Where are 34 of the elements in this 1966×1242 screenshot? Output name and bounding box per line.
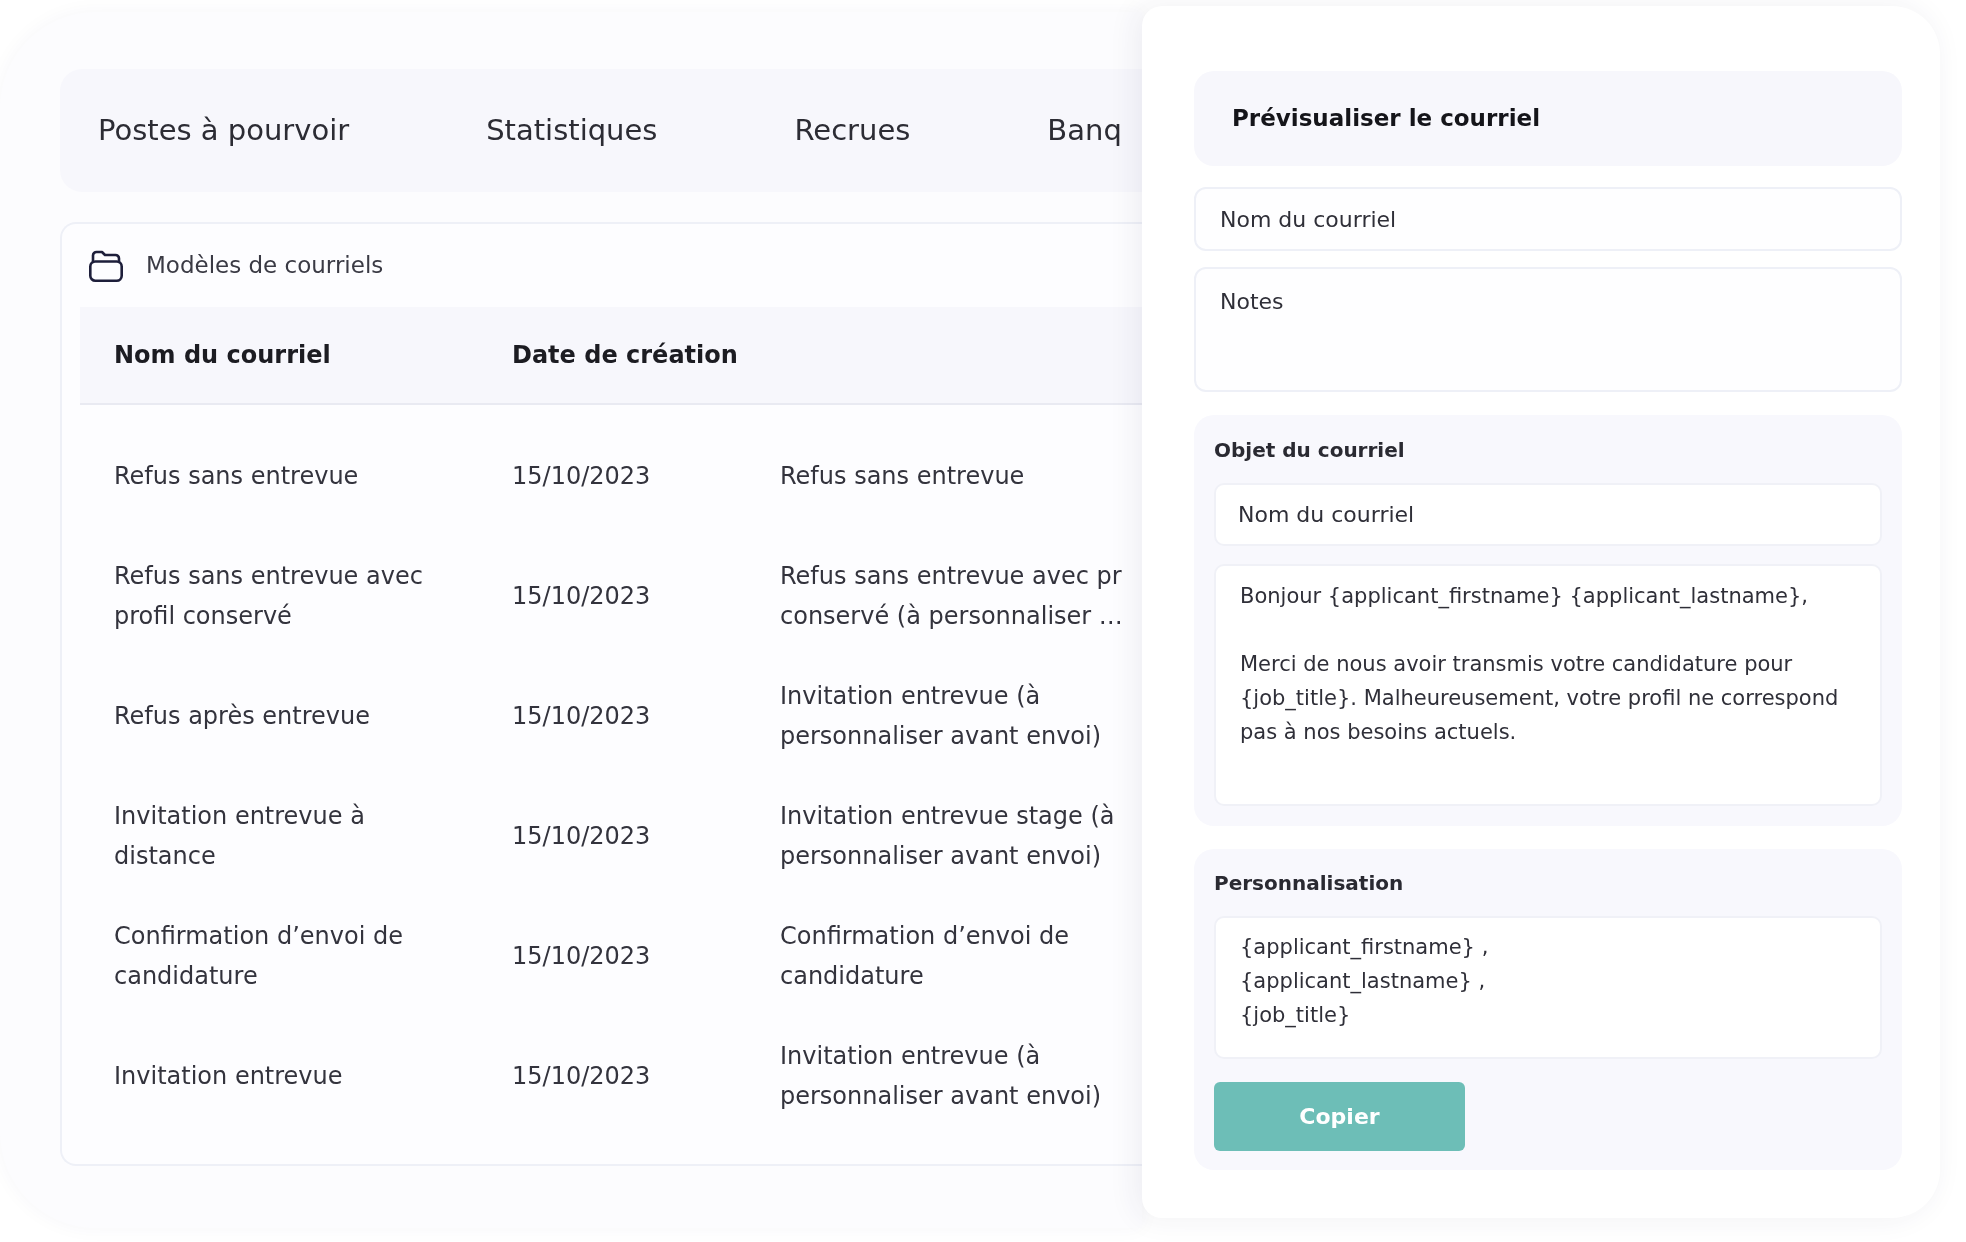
nav-tab[interactable]: Recrues [794,108,911,153]
table-cell-text: 15/10/2023 [512,701,651,732]
table-cell-text: 15/10/2023 [512,461,651,492]
nav-tab[interactable]: Postes à pourvoir [98,108,350,153]
table-cell-text: Invitation entrevue stage (à personnaliser avant envoi) [780,801,1115,872]
nav-tab[interactable]: Banq [1047,108,1122,153]
table-cell-text: Confirmation d’envoi de candidature [114,921,403,992]
table-cell-text: Invitation entrevue [114,1061,343,1092]
subject-field[interactable]: Nom du courriel [1214,483,1882,546]
table-cell-text: 15/10/2023 [512,821,651,852]
table-cell-text: Refus sans entrevue avec pr conservé (à personnaliser … [780,561,1123,632]
table-cell-text: Invitation entrevue (à personnaliser avant envoi) [780,1041,1102,1112]
table-cell-text: Invitation entrevue à distance [114,801,365,872]
table-cell-text: Invitation entrevue (à personnaliser avant envoi) [780,681,1102,752]
table-cell-text: 15/10/2023 [512,1061,651,1092]
variables-field[interactable]: {applicant_firstname} , {applicant_lastname} , {job_title} [1214,916,1882,1059]
panel-title: Prévisualiser le courriel [1232,104,1541,134]
message-field[interactable]: Bonjour {applicant_firstname} {applicant_lastname}, Merci de nous avoir transmis votre candidature pour {job_title}. Malheureusement, votre profil ne correspond pas à nos besoins actuels. [1214,564,1882,806]
table-cell-text: Refus sans entrevue avec profil conservé [114,561,423,632]
table-cell-text: Refus sans entrevue [780,461,1025,492]
column-header: Nom du courriel [114,340,331,371]
section-label: Objet du courriel [1214,437,1406,464]
table-cell-text: Refus sans entrevue [114,461,359,492]
table-cell-text: 15/10/2023 [512,581,651,612]
name-field[interactable]: Nom du courriel [1194,187,1902,251]
table-cell-text: 15/10/2023 [512,941,651,972]
table-cell-text: Confirmation d’envoi de candidature [780,921,1069,992]
section-label: Personnalisation [1214,870,1405,897]
notes-field[interactable]: Notes [1194,267,1902,392]
nav-tab[interactable]: Statistiques [486,108,658,153]
folder-icon [88,248,124,283]
table-cell-text: Refus après entrevue [114,701,370,732]
column-header: Date de création [512,340,738,371]
card-title: Modèles de courriels [146,251,384,281]
